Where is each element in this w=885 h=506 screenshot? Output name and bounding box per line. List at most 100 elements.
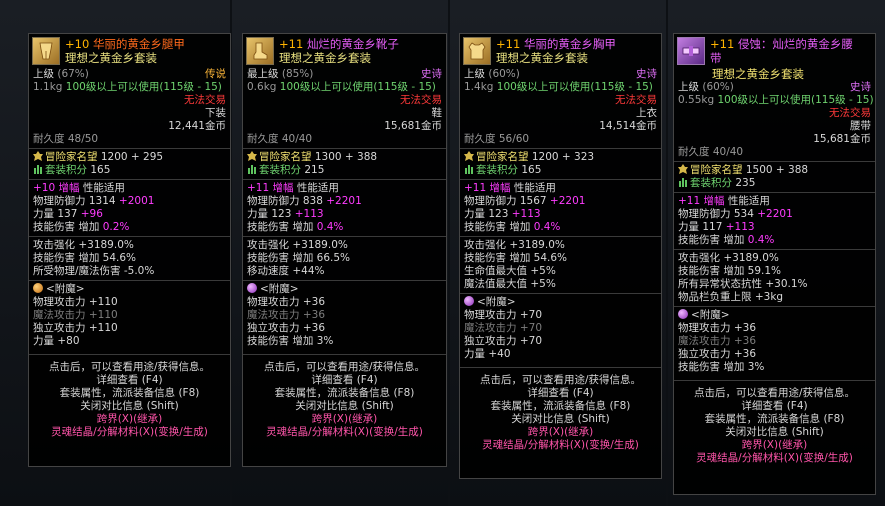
enchant-phys-atk: 物理攻击力 +110 (33, 296, 118, 308)
enchant-mag-atk: 魔法攻击力 +36 (247, 309, 326, 321)
boots-icon (246, 37, 274, 65)
durability-row: 耐久度 56/60 (464, 133, 530, 145)
str-row: 力量 117 +113 (678, 221, 755, 233)
soul-crystal-hint[interactable]: 灵魂结晶/分解材料(X)(变换/生成) (674, 452, 875, 465)
soul-crystal-hint[interactable]: 灵魂结晶/分解材料(X)(变换/生成) (29, 426, 230, 439)
enchant-str: 力量 +80 (33, 335, 80, 347)
option-4: 魔法值最大值 +5% (464, 278, 556, 290)
cross-border-hint[interactable]: 跨界(X)(继承) (29, 413, 230, 426)
enchant-mag-atk: 魔法攻击力 +36 (678, 335, 757, 347)
detail-view-hint[interactable]: 详细查看 (F4) (29, 374, 230, 387)
enchant-orb-icon (678, 309, 688, 319)
slot-row: 下装 (205, 107, 226, 119)
rarity-label: 传说 (205, 68, 226, 80)
slot-row: 腰带 (850, 120, 871, 132)
enchant-indep-atk: 独立攻击力 +110 (33, 322, 118, 334)
grade-row: 最上级 (85%) 史诗 (247, 68, 442, 80)
price-row: 15,681金币 (813, 133, 871, 145)
skill-boost-row: 技能伤害 增加 0.4% (247, 221, 344, 233)
str-row: 力量 137 +96 (33, 208, 103, 220)
enchant-phys-atk: 物理攻击力 +36 (678, 322, 757, 334)
tooltip-header: +11 灿烂的黄金乡靴子 理想之黄金乡套装 (243, 34, 446, 68)
option-4: 物品栏负重上限 +3kg (678, 291, 784, 303)
weight-row: 1.1kg 100级以上可以使用(115级 - 15) (33, 81, 222, 93)
close-compare-hint[interactable]: 关闭对比信息 (Shift) (29, 400, 230, 413)
cross-border-hint[interactable]: 跨界(X)(继承) (243, 413, 446, 426)
option-2: 技能伤害 增加 54.6% (33, 252, 137, 264)
fame-crest-icon (464, 151, 474, 161)
chest-armor-icon (463, 37, 491, 65)
cross-border-hint[interactable]: 跨界(X)(继承) (674, 439, 875, 452)
soul-crystal-hint[interactable]: 灵魂结晶/分解材料(X)(变换/生成) (460, 439, 661, 452)
close-compare-hint[interactable]: 关闭对比信息 (Shift) (243, 400, 446, 413)
item-name: +11 侵蚀：灿烂的黄金乡腰 (710, 37, 853, 51)
enchant-skill: 技能伤害 增加 3% (247, 335, 334, 347)
skill-boost-row: 技能伤害 增加 0.4% (678, 234, 775, 246)
trade-row: 无法交易 (400, 94, 442, 106)
trade-row: 无法交易 (615, 94, 657, 106)
set-name: 理想之黄金乡套装 (65, 51, 157, 65)
cross-border-hint[interactable]: 跨界(X)(继承) (460, 426, 661, 439)
detail-view-hint[interactable]: 详细查看 (F4) (460, 387, 661, 400)
footer-line: 点击后，可以查看用途/获得信息。 (48, 361, 211, 373)
set-name: 理想之黄金乡套装 (496, 51, 588, 65)
durability-row: 耐久度 40/40 (678, 146, 744, 158)
close-compare-hint[interactable]: 关闭对比信息 (Shift) (460, 413, 661, 426)
item-tooltip-belt: +11 侵蚀：灿烂的黄金乡腰 带 理想之黄金乡套装 上级 (60%) 史诗 0.5… (673, 33, 876, 495)
grade-row: 上级 (60%) 史诗 (678, 81, 871, 93)
phys-def-row: 物理防御力 1567 +2201 (464, 195, 586, 207)
weight-row: 0.6kg 100级以上可以使用(115级 - 15) (247, 81, 436, 93)
detail-view-hint[interactable]: 详细查看 (F4) (243, 374, 446, 387)
option-1: 攻击强化 +3189.0% (678, 252, 779, 264)
fame-crest-icon (678, 164, 688, 174)
tooltip-header: +10 华丽的黄金乡腿甲 理想之黄金乡套装 (29, 34, 230, 68)
enchant-phys-atk: 物理攻击力 +36 (247, 296, 326, 308)
boost-row: +11 增幅 性能适用 (678, 195, 770, 207)
option-2: 技能伤害 增加 54.6% (464, 252, 568, 264)
enchant-mag-atk: 魔法攻击力 +110 (33, 309, 118, 321)
enchant-str: 力量 +40 (464, 348, 511, 360)
item-tooltip-boots: +11 灿烂的黄金乡靴子 理想之黄金乡套装 最上级 (85%) 史诗 0.6kg … (242, 33, 447, 467)
boost-row: +10 增幅 性能适用 (33, 182, 125, 194)
option-2: 技能伤害 增加 66.5% (247, 252, 351, 264)
enchant-orb-icon (33, 283, 43, 293)
str-row: 力量 123 +113 (464, 208, 541, 220)
fame-row: 冒险家名望 1200 + 295 (29, 151, 230, 164)
item-tooltip-leg-armor: +10 华丽的黄金乡腿甲 理想之黄金乡套装 上级 (67%) 传说 1.1kg 1… (28, 33, 231, 467)
set-info-hint[interactable]: 套装属性，流派装备信息 (F8) (243, 387, 446, 400)
soul-crystal-hint[interactable]: 灵魂结晶/分解材料(X)(变换/生成) (243, 426, 446, 439)
option-2: 技能伤害 增加 59.1% (678, 265, 782, 277)
boost-row: +11 增幅 性能适用 (247, 182, 339, 194)
set-info-hint[interactable]: 套装属性，流派装备信息 (F8) (29, 387, 230, 400)
weight-row: 0.55kg 100级以上可以使用(115级 - 15) (678, 94, 874, 106)
set-info-hint[interactable]: 套装属性，流派装备信息 (F8) (460, 400, 661, 413)
enchant-orb-icon (464, 296, 474, 306)
set-points-row: 套装积分 165 (29, 164, 230, 177)
set-points-icon (34, 165, 42, 174)
belt-icon (677, 37, 705, 65)
leg-armor-icon (32, 37, 60, 65)
fame-row: 冒险家名望 1200 + 323 (460, 151, 661, 164)
option-1: 攻击强化 +3189.0% (33, 239, 134, 251)
tooltip-header: +11 华丽的黄金乡胸甲 理想之黄金乡套装 (460, 34, 661, 68)
skill-boost-row: 技能伤害 增加 0.2% (33, 221, 130, 233)
fame-row: 冒险家名望 1500 + 388 (674, 164, 875, 177)
price-row: 15,681金币 (384, 120, 442, 132)
phys-def-row: 物理防御力 838 +2201 (247, 195, 362, 207)
rarity-label: 史诗 (421, 68, 442, 80)
enchant-header: <附魔> (29, 283, 230, 296)
enchant-indep-atk: 独立攻击力 +36 (247, 322, 326, 334)
enchant-phys-atk: 物理攻击力 +70 (464, 309, 543, 321)
tooltip-footer: 点击后，可以查看用途/获得信息。 详细查看 (F4) 套装属性，流派装备信息 (… (460, 374, 661, 452)
enchant-indep-atk: 独立攻击力 +36 (678, 348, 757, 360)
detail-view-hint[interactable]: 详细查看 (F4) (674, 400, 875, 413)
set-info-hint[interactable]: 套装属性，流派装备信息 (F8) (674, 413, 875, 426)
enchant-header: <附魔> (674, 309, 875, 322)
close-compare-hint[interactable]: 关闭对比信息 (Shift) (674, 426, 875, 439)
price-row: 12,441金币 (168, 120, 226, 132)
option-3: 所受物理/魔法伤害 -5.0% (33, 265, 155, 277)
option-3: 生命值最大值 +5% (464, 265, 556, 277)
footer-line: 点击后，可以查看用途/获得信息。 (263, 361, 426, 373)
boost-row: +11 增幅 性能适用 (464, 182, 556, 194)
tooltip-footer: 点击后，可以查看用途/获得信息。 详细查看 (F4) 套装属性，流派装备信息 (… (29, 361, 230, 439)
